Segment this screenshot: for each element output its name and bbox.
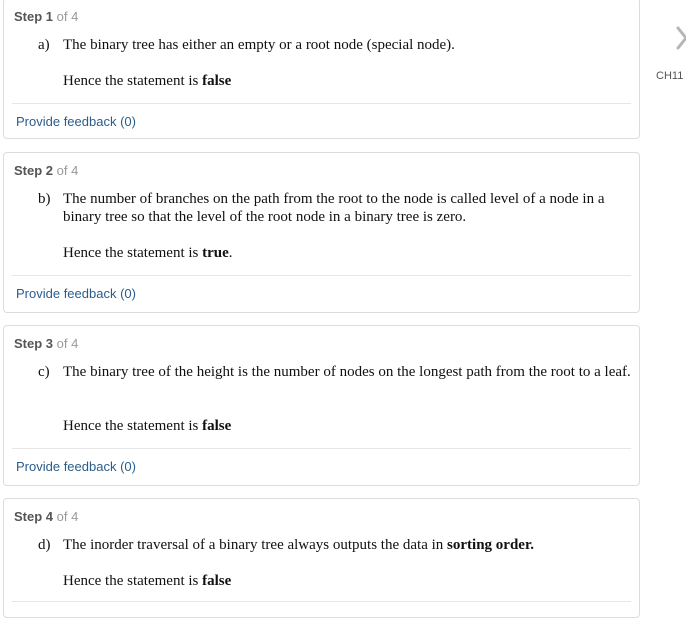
verdict: Hence the statement is false xyxy=(63,418,232,434)
verdict: Hence the statement is false xyxy=(63,573,232,589)
step-number: 4 xyxy=(45,509,54,524)
statement-text: The inorder traversal of a binary tree a… xyxy=(63,537,534,553)
statement: d) The inorder traversal of a binary tre… xyxy=(38,536,631,554)
divider xyxy=(12,103,631,104)
step-total: of 4 xyxy=(56,163,79,178)
verdict-value: false xyxy=(202,73,232,89)
step-number: 3 xyxy=(45,336,54,351)
statement-marker: c) xyxy=(38,364,50,380)
step-header: Step 3 of 4 xyxy=(14,336,79,351)
step-header: Step 4 of 4 xyxy=(14,509,79,524)
verdict-value: true xyxy=(202,245,229,261)
divider xyxy=(12,275,631,276)
step-header: Step 1 of 4 xyxy=(14,9,79,24)
step-total: of 4 xyxy=(56,9,79,24)
step-header: Step 2 of 4 xyxy=(14,163,79,178)
step-card-4: Step 4 of 4 d) The inorder traversal of … xyxy=(3,498,640,618)
provide-feedback-link[interactable]: Provide feedback (0) xyxy=(16,286,136,301)
step-card-1: Step 1 of 4 a) The binary tree has eithe… xyxy=(3,0,640,139)
statement: a) The binary tree has either an empty o… xyxy=(38,36,631,54)
chevron-right-icon[interactable] xyxy=(676,24,686,52)
verdict-value: false xyxy=(202,573,232,589)
chapter-label[interactable]: CH11 xyxy=(656,70,683,82)
provide-feedback-link[interactable]: Provide feedback (0) xyxy=(16,459,136,474)
divider xyxy=(12,448,631,449)
statement-marker: a) xyxy=(38,37,50,53)
statement-text: The binary tree of the height is the num… xyxy=(63,364,631,380)
statement-text: The number of branches on the path from … xyxy=(63,191,605,225)
statement: b) The number of branches on the path fr… xyxy=(38,190,631,226)
provide-feedback-link[interactable]: Provide feedback (0) xyxy=(16,114,136,129)
divider xyxy=(12,601,631,602)
step-number: 1 xyxy=(45,9,54,24)
step-number: 2 xyxy=(45,163,54,178)
step-total: of 4 xyxy=(56,336,79,351)
verdict-value: false xyxy=(202,418,232,434)
statement: c) The binary tree of the height is the … xyxy=(38,363,631,381)
statement-marker: b) xyxy=(38,191,51,207)
statement-marker: d) xyxy=(38,537,51,553)
step-card-2: Step 2 of 4 b) The number of branches on… xyxy=(3,152,640,313)
step-card-3: Step 3 of 4 c) The binary tree of the he… xyxy=(3,325,640,486)
verdict: Hence the statement is false xyxy=(63,73,232,89)
verdict: Hence the statement is true. xyxy=(63,245,233,261)
statement-text: The binary tree has either an empty or a… xyxy=(63,37,455,53)
step-total: of 4 xyxy=(56,509,79,524)
